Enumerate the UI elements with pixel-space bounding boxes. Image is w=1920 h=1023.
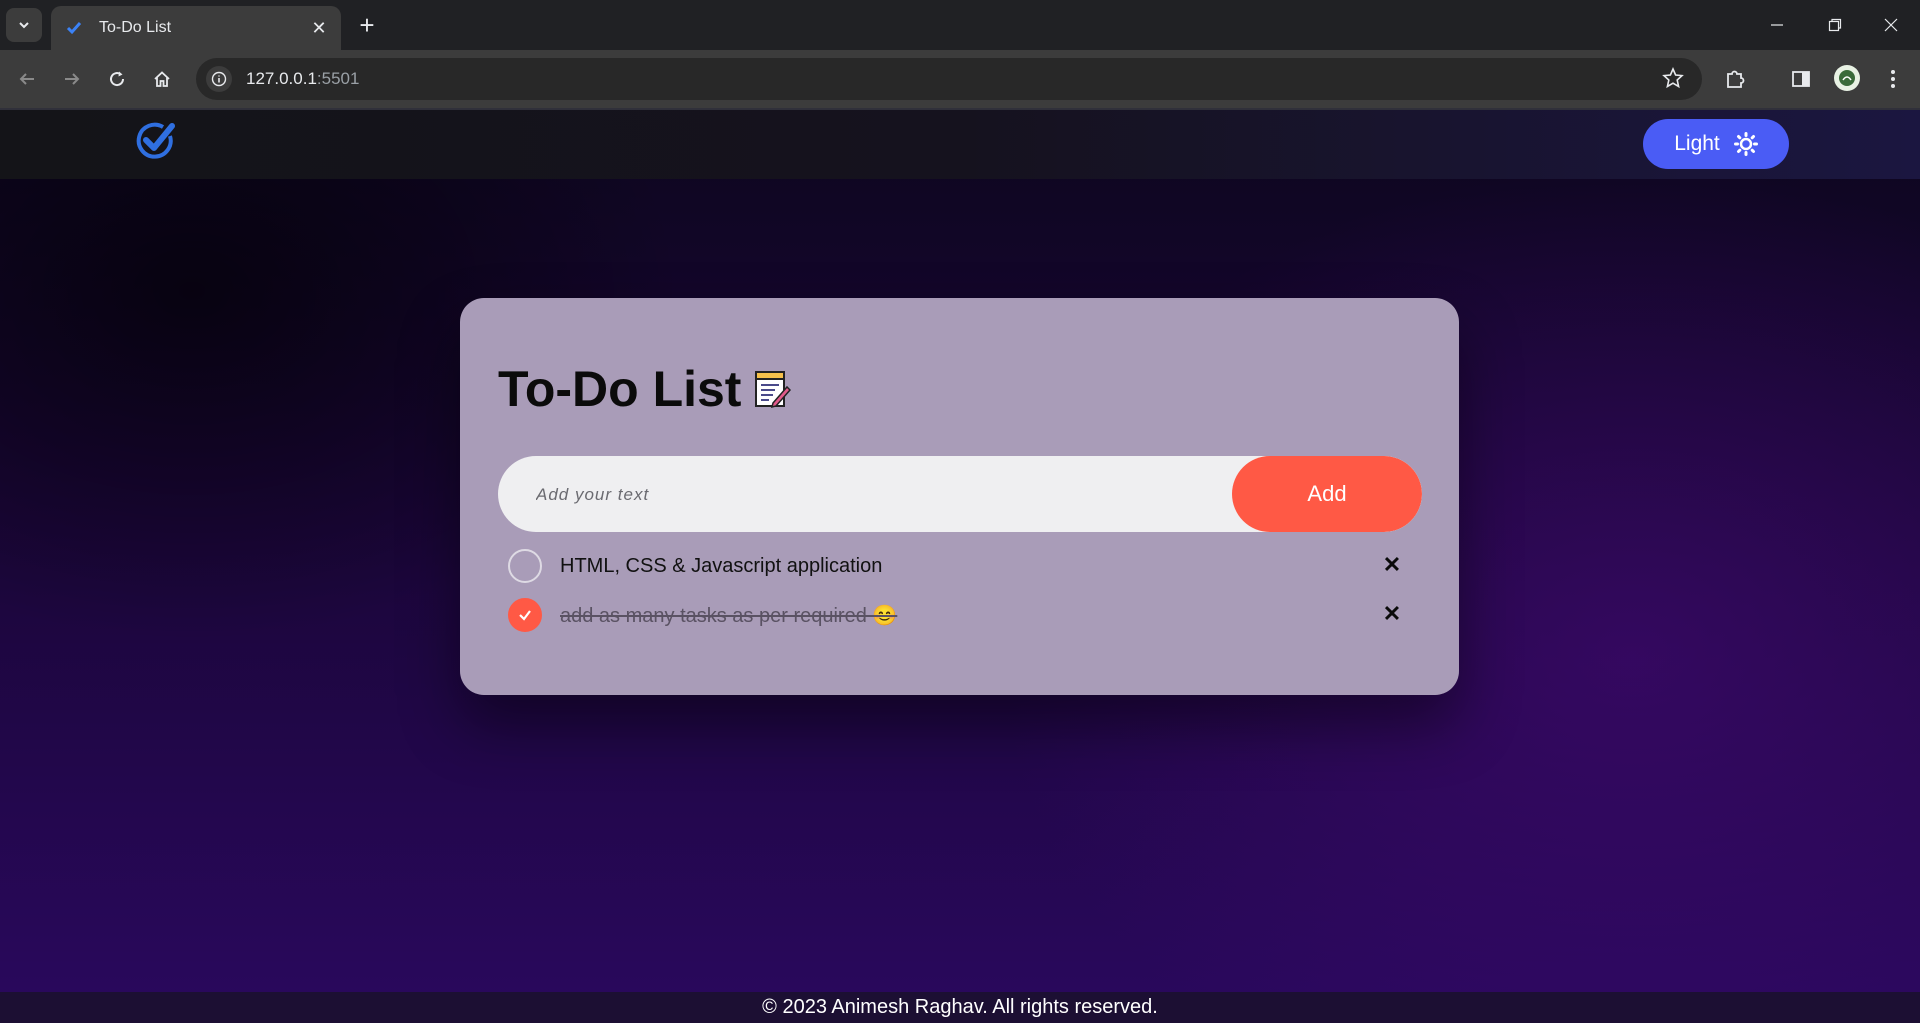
avatar-icon bbox=[1839, 70, 1855, 86]
reload-icon bbox=[110, 71, 125, 87]
task-text: add as many tasks as per required 😊 bbox=[560, 604, 898, 627]
minimize-icon bbox=[1771, 24, 1783, 26]
chevron-down-icon bbox=[19, 22, 29, 29]
browser-tabstrip: To-Do List ✕ + bbox=[0, 0, 1920, 50]
minimize-button[interactable] bbox=[1748, 0, 1806, 50]
task-input-row: Add bbox=[498, 456, 1422, 532]
new-tab-button[interactable]: + bbox=[352, 10, 382, 40]
checkmark-logo-icon bbox=[136, 122, 175, 159]
sun-icon bbox=[1733, 132, 1758, 156]
forward-button[interactable] bbox=[55, 62, 89, 96]
home-icon bbox=[154, 71, 170, 87]
app-title: To-Do List bbox=[498, 360, 792, 418]
theme-toggle-button[interactable]: Light bbox=[1643, 119, 1789, 169]
bookmark-star-icon[interactable] bbox=[1662, 67, 1684, 89]
task-checkbox[interactable] bbox=[508, 549, 542, 583]
site-info-icon[interactable] bbox=[206, 66, 232, 92]
kebab-menu-icon bbox=[1891, 70, 1895, 88]
browser-tab[interactable]: To-Do List ✕ bbox=[51, 6, 341, 50]
notepad-icon bbox=[755, 371, 792, 409]
home-button[interactable] bbox=[145, 62, 179, 96]
side-panel-button[interactable] bbox=[1784, 62, 1818, 96]
tab-title: To-Do List bbox=[99, 19, 172, 36]
tab-search-button[interactable] bbox=[6, 8, 42, 42]
url-host: 127.0.0.1 bbox=[246, 69, 317, 88]
add-task-button[interactable]: Add bbox=[1232, 456, 1422, 532]
restore-icon bbox=[1828, 18, 1842, 32]
close-icon bbox=[1884, 18, 1898, 32]
reload-button[interactable] bbox=[100, 62, 134, 96]
task-item[interactable]: HTML, CSS & Javascript application ✕ bbox=[498, 541, 1422, 591]
delete-task-icon[interactable]: ✕ bbox=[1380, 601, 1404, 626]
close-window-button[interactable] bbox=[1862, 0, 1920, 50]
task-input[interactable] bbox=[498, 456, 1258, 532]
todo-card: To-Do List Add HTML, CSS & Javascript ap… bbox=[460, 298, 1459, 695]
task-text: HTML, CSS & Javascript application bbox=[560, 554, 883, 577]
browser-menu-button[interactable] bbox=[1876, 62, 1910, 96]
task-checkbox-checked[interactable] bbox=[508, 598, 542, 632]
app-title-text: To-Do List bbox=[498, 361, 742, 417]
side-panel-icon bbox=[1792, 71, 1810, 87]
address-bar[interactable]: 127.0.0.1:5501 bbox=[196, 58, 1702, 100]
page-footer: © 2023 Animesh Raghav. All rights reserv… bbox=[0, 992, 1920, 1023]
url-text: 127.0.0.1:5501 bbox=[246, 69, 359, 89]
tab-close-icon[interactable]: ✕ bbox=[305, 14, 333, 42]
page-viewport: Light To-Do List Add your text Add HTML,… bbox=[0, 108, 1920, 1023]
url-port: :5501 bbox=[316, 69, 360, 88]
puzzle-icon bbox=[1727, 70, 1745, 88]
profile-avatar[interactable] bbox=[1834, 65, 1860, 91]
app-navbar: Light bbox=[0, 108, 1920, 179]
theme-toggle-label: Light bbox=[1674, 132, 1720, 155]
checkmark-icon bbox=[519, 610, 531, 621]
task-item[interactable]: add as many tasks as per required 😊 ✕ bbox=[498, 590, 1422, 640]
delete-task-icon[interactable]: ✕ bbox=[1380, 552, 1404, 577]
extensions-button[interactable] bbox=[1718, 62, 1752, 96]
arrow-left-icon bbox=[19, 73, 34, 85]
browser-toolbar: 127.0.0.1:5501 bbox=[0, 50, 1920, 108]
restore-button[interactable] bbox=[1806, 0, 1864, 50]
checkmark-favicon-icon bbox=[66, 22, 82, 35]
back-button[interactable] bbox=[10, 62, 44, 96]
arrow-right-icon bbox=[65, 73, 80, 85]
